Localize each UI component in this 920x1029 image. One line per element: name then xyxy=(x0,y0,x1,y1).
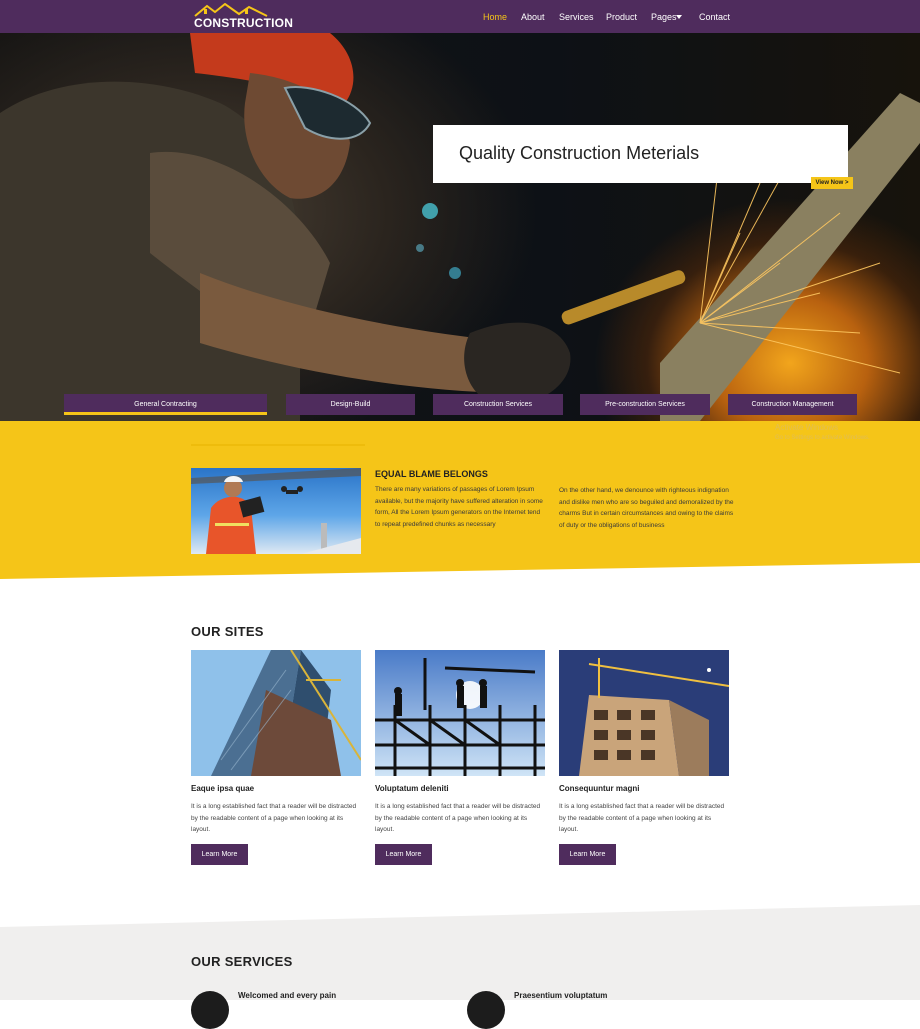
nav-item-pages[interactable]: Pages xyxy=(651,12,677,22)
engineer-drone-image xyxy=(191,468,361,554)
about-title: EQUAL BLAME BELONGS xyxy=(375,469,488,479)
hero-caption: Quality Construction Meterials xyxy=(433,125,848,183)
learn-more-button[interactable]: Learn More xyxy=(375,844,432,865)
about-text-right: On the other hand, we denounce with righ… xyxy=(559,487,734,529)
os-watermark-subtitle: Go to Settings to activate Windows. xyxy=(775,435,870,441)
learn-more-button[interactable]: Learn More xyxy=(559,844,616,865)
service-item-title: Praesentium voluptatum xyxy=(514,991,608,1000)
site-logo[interactable]: CONSTRUCTION xyxy=(193,3,293,31)
learn-more-button[interactable]: Learn More xyxy=(191,844,248,865)
tab-design-build[interactable]: Design-Build xyxy=(286,394,415,415)
service-icon xyxy=(191,991,229,1029)
view-now-button[interactable]: View Now > xyxy=(811,177,853,189)
services-background xyxy=(0,905,920,1000)
nav-item-about[interactable]: About xyxy=(521,12,545,22)
service-icon xyxy=(467,991,505,1029)
tab-general-contracting[interactable]: General Contracting xyxy=(64,394,267,415)
tab-preconstruction-services[interactable]: Pre-construction Services xyxy=(580,394,710,415)
top-nav-bar: CONSTRUCTION Home About Services Product… xyxy=(0,0,920,33)
site-image-scaffold xyxy=(375,650,545,776)
tab-construction-management[interactable]: Construction Management xyxy=(728,394,857,415)
hero-title: Quality Construction Meterials xyxy=(459,143,700,163)
about-text-left: There are many variations of passages of… xyxy=(375,486,543,528)
site-card-text: It is a long established fact that a rea… xyxy=(375,803,541,833)
logo-text: CONSTRUCTION xyxy=(194,16,294,30)
nav-item-services[interactable]: Services xyxy=(559,12,594,22)
chevron-down-icon xyxy=(676,15,682,19)
nav-item-home[interactable]: Home xyxy=(483,12,507,22)
site-card-title: Voluptatum deleniti xyxy=(375,784,449,793)
hero-welder-image xyxy=(0,33,920,421)
hero-banner: Quality Construction Meterials View Now … xyxy=(0,33,920,421)
sites-section-title: OUR SITES xyxy=(191,624,264,639)
site-card-text: It is a long established fact that a rea… xyxy=(559,803,725,833)
os-watermark-title: Activate Windows xyxy=(775,423,839,432)
site-card-title: Consequuntur magni xyxy=(559,784,640,793)
site-image-tower xyxy=(191,650,361,776)
services-section-title: OUR SERVICES xyxy=(191,954,293,969)
house-roof-icon xyxy=(194,3,268,17)
site-image-building xyxy=(559,650,729,776)
site-card-text: It is a long established fact that a rea… xyxy=(191,803,357,833)
service-item-title: Welcomed and every pain xyxy=(238,991,337,1000)
site-card-title: Eaque ipsa quae xyxy=(191,784,255,793)
tab-construction-services[interactable]: Construction Services xyxy=(433,394,563,415)
nav-item-product[interactable]: Product xyxy=(606,12,637,22)
nav-item-contact[interactable]: Contact xyxy=(699,12,730,22)
